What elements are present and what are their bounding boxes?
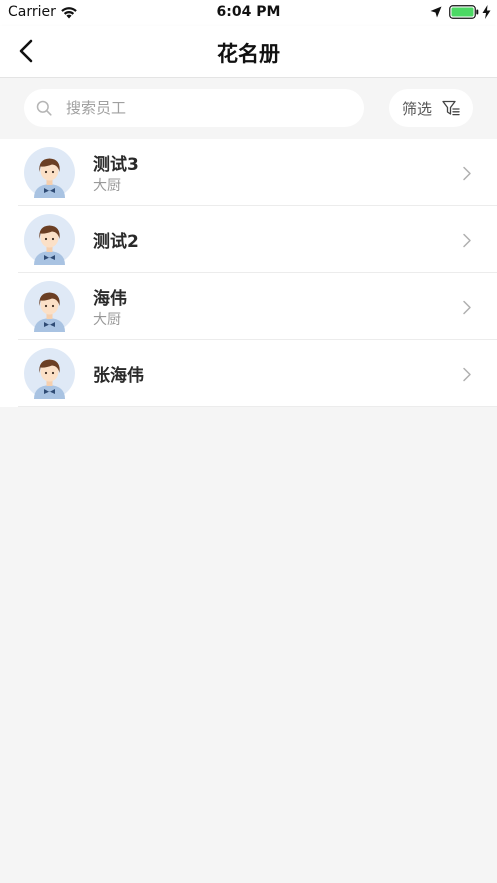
employee-list: 测试3 大厨 测试2 海伟 大厨 张海伟 [0,139,497,407]
page-title: 花名册 [217,42,280,66]
employee-role: 大厨 [93,312,121,328]
list-item[interactable]: 海伟 大厨 [0,273,497,340]
avatar-icon [24,214,75,265]
chevron-right-icon [463,367,471,382]
search-area: 筛选 [0,78,497,139]
filter-button[interactable]: 筛选 [389,89,473,127]
search-box[interactable] [24,89,364,127]
search-icon [36,100,52,116]
employee-name: 测试2 [93,232,139,252]
filter-label: 筛选 [402,100,433,118]
chevron-right-icon [463,166,471,181]
nav-bar: 花名册 [0,26,497,78]
list-item[interactable]: 测试2 [0,206,497,273]
employee-name: 海伟 [93,289,127,309]
filter-icon [442,100,460,116]
employee-role: 大厨 [93,178,121,194]
employee-name: 张海伟 [93,366,144,386]
row-divider [18,406,497,407]
status-time: 6:04 PM [216,4,281,20]
location-icon [430,6,442,18]
search-input[interactable] [66,89,356,127]
avatar-icon [24,147,75,198]
chevron-right-icon [463,300,471,315]
employee-name: 测试3 [93,155,139,175]
status-bar: Carrier 6:04 PM [0,0,497,26]
battery-icon [449,5,479,19]
list-item[interactable]: 测试3 大厨 [0,139,497,206]
avatar-icon [24,281,75,332]
chevron-right-icon [463,233,471,248]
charging-icon [482,5,491,19]
list-item[interactable]: 张海伟 [0,340,497,407]
avatar-icon [24,348,75,399]
